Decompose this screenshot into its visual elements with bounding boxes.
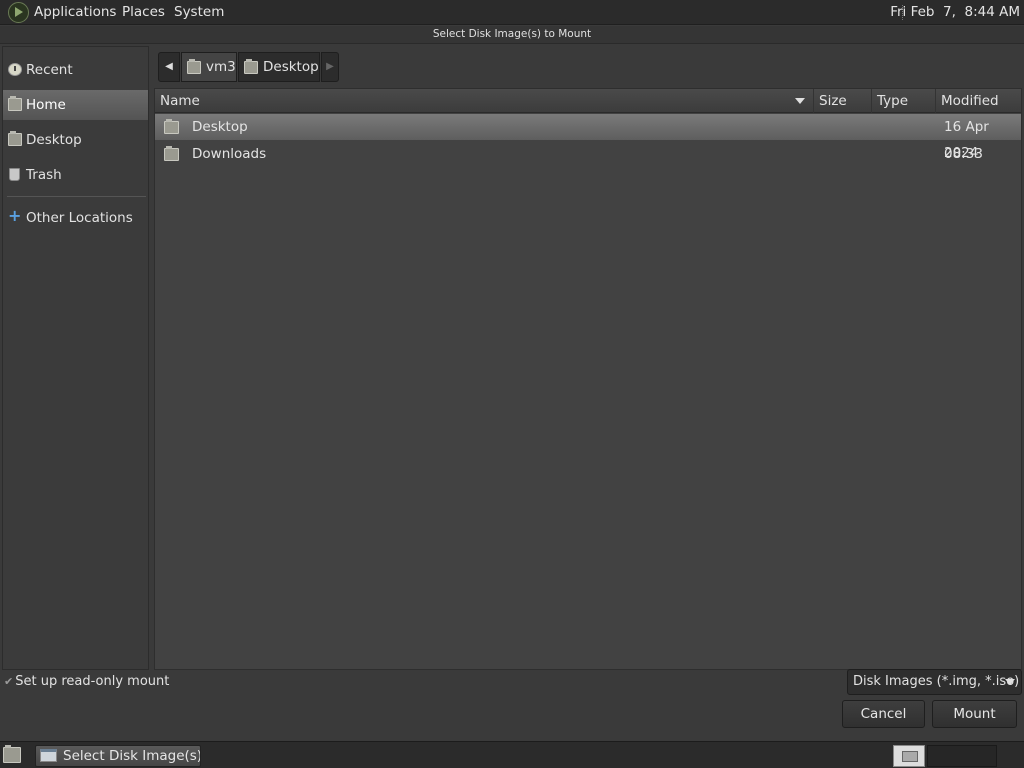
applications-menu[interactable]: Applications xyxy=(34,4,116,20)
top-panel: Applications Places System Fri Feb 7, 8:… xyxy=(0,0,1024,25)
sidebar-item-home[interactable]: Home xyxy=(3,90,148,120)
column-label: Size xyxy=(819,93,847,109)
file-list: Name Size Type Modified Desktop 16 Apr 2… xyxy=(154,88,1022,670)
sidebar-item-other-locations[interactable]: + Other Locations xyxy=(3,203,148,233)
file-chooser-dialog: Recent Home Desktop Trash + Other Locati… xyxy=(0,44,1024,741)
bottom-taskbar: Select Disk Image(s)... xyxy=(0,741,1024,768)
path-segment-label: Desktop xyxy=(263,59,319,75)
file-filter-dropdown[interactable]: Disk Images (*.img, *.iso) xyxy=(847,669,1022,695)
desktop-folder-icon xyxy=(244,59,258,74)
distro-logo-icon[interactable] xyxy=(8,2,29,23)
readonly-checkbox[interactable]: ✔ Set up read-only mount xyxy=(4,674,169,689)
sidebar-item-label: Home xyxy=(26,97,66,113)
folder-icon xyxy=(164,146,179,161)
column-header-name[interactable]: Name xyxy=(155,89,813,113)
window-title: Select Disk Image(s) to Mount xyxy=(432,28,592,40)
column-header-size[interactable]: Size xyxy=(813,89,871,113)
sidebar-item-desktop[interactable]: Desktop xyxy=(3,125,148,155)
file-name: Desktop xyxy=(192,119,248,135)
taskbar-window-button[interactable]: Select Disk Image(s)... xyxy=(35,745,201,767)
plus-icon: + xyxy=(8,206,22,225)
column-label: Type xyxy=(877,93,909,109)
sidebar-item-trash[interactable]: Trash xyxy=(3,160,148,190)
column-header-type[interactable]: Type xyxy=(871,89,935,113)
home-folder-icon xyxy=(8,96,22,111)
column-header-modified[interactable]: Modified xyxy=(935,89,1021,113)
desktop-folder-icon xyxy=(164,119,179,134)
desktop-folder-icon xyxy=(8,131,22,146)
places-sidebar: Recent Home Desktop Trash + Other Locati… xyxy=(2,46,149,670)
sidebar-item-recent[interactable]: Recent xyxy=(3,55,148,85)
readonly-label: Set up read-only mount xyxy=(15,674,170,689)
window-icon xyxy=(40,749,57,762)
column-label: Modified xyxy=(941,93,999,109)
system-menu[interactable]: System xyxy=(174,4,224,20)
clock[interactable]: Fri Feb 7, 8:44 AM xyxy=(890,4,1020,20)
path-segment-desktop[interactable]: Desktop xyxy=(238,52,320,82)
places-menu[interactable]: Places xyxy=(122,4,165,20)
sidebar-item-label: Desktop xyxy=(26,132,82,148)
home-folder-icon xyxy=(187,59,201,74)
file-row-downloads[interactable]: Downloads 08:33 xyxy=(155,141,1021,167)
chevron-down-icon xyxy=(1005,679,1015,685)
path-segment-label: vm3 xyxy=(206,59,236,75)
taskbar-window-label: Select Disk Image(s)... xyxy=(63,748,201,764)
main-area: ◀ vm3 Desktop ▶ Name Size Type Modified … xyxy=(154,46,1022,670)
cancel-button[interactable]: Cancel xyxy=(842,700,925,728)
sidebar-item-label: Trash xyxy=(26,167,62,183)
sidebar-item-label: Recent xyxy=(26,62,73,78)
workspace-1[interactable] xyxy=(893,745,925,767)
filter-label: Disk Images (*.img, *.iso) xyxy=(853,674,1020,689)
column-label: Name xyxy=(160,93,200,109)
path-segment-vm3[interactable]: vm3 xyxy=(181,52,237,82)
file-name: Downloads xyxy=(192,146,267,162)
clock-icon xyxy=(8,63,22,76)
checkmark-icon: ✔ xyxy=(4,675,14,688)
sort-descending-icon xyxy=(795,98,805,104)
workspace-2[interactable] xyxy=(927,745,997,767)
sidebar-item-label: Other Locations xyxy=(26,210,133,226)
column-headers: Name Size Type Modified xyxy=(155,89,1021,113)
path-forward-button[interactable]: ▶ xyxy=(321,52,339,82)
sidebar-separator xyxy=(7,196,146,197)
path-back-button[interactable]: ◀ xyxy=(158,52,180,82)
file-row-desktop[interactable]: Desktop 16 Apr 2024 xyxy=(155,114,1021,161)
file-modified: 08:33 xyxy=(944,146,983,162)
mount-button[interactable]: Mount xyxy=(932,700,1017,728)
window-titlebar[interactable]: Select Disk Image(s) to Mount xyxy=(0,26,1024,44)
trash-icon xyxy=(9,168,20,181)
show-desktop-icon[interactable] xyxy=(3,745,21,763)
